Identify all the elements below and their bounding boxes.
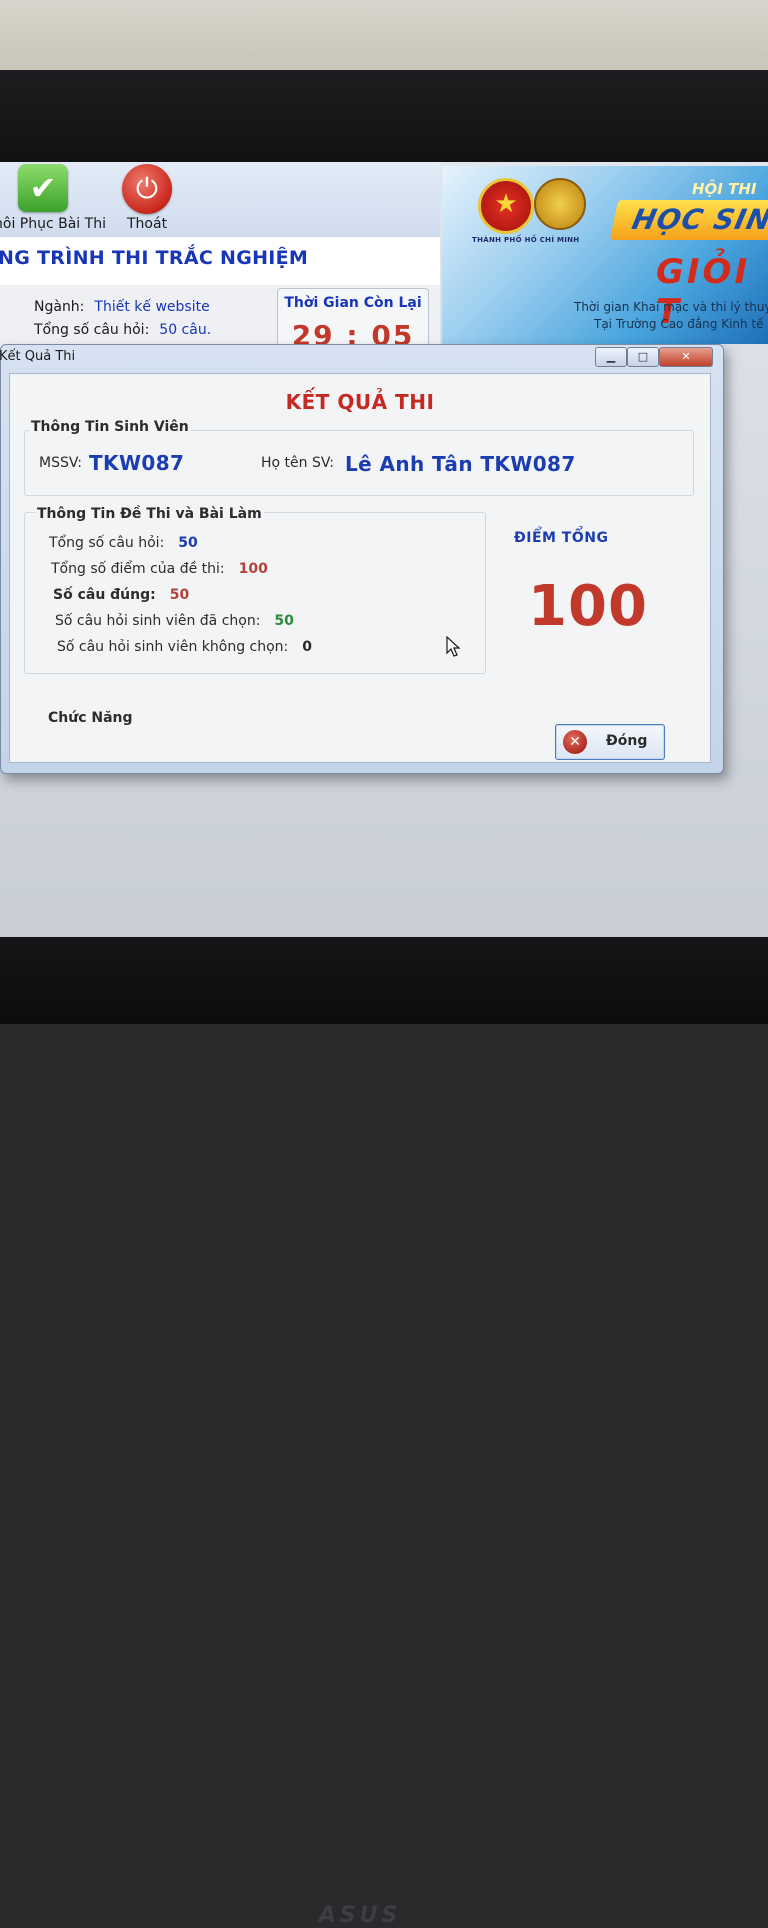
app-title-bar: NG TRÌNH THI TRẮC NGHIỆM xyxy=(0,237,440,285)
mssv-key: MSSV: xyxy=(39,455,83,471)
function-label: Chức Năng xyxy=(48,710,133,726)
app-toolbar: hôi Phục Bài Thi Thoát xyxy=(0,162,440,237)
total-score-label: ĐIỂM TỔNG xyxy=(514,530,609,546)
banner-line-1: Thời gian Khai mạc và thi lý thuy xyxy=(574,300,768,314)
banner-line-2: Tại Trường Cao đẳng Kinh tế - xyxy=(594,317,768,331)
result-dialog: Kết Quả Thi ▁ □ ✕ KẾT QUẢ THI Thông Tin … xyxy=(0,344,724,774)
youth-union-logo xyxy=(478,178,534,234)
total-points-key: Tổng số điểm của đề thi: xyxy=(51,561,225,577)
major-value: Thiết kế website xyxy=(94,299,210,315)
app-title: NG TRÌNH THI TRẮC NGHIỆM xyxy=(0,247,309,269)
window-close-button[interactable]: ✕ xyxy=(659,347,713,367)
answered-questions-row: Số câu hỏi sinh viên đã chọn: 50 xyxy=(55,613,294,629)
maximize-button[interactable]: □ xyxy=(627,347,659,367)
answered-questions-key: Số câu hỏi sinh viên đã chọn: xyxy=(55,613,261,629)
banner-city-caption: THÀNH PHỐ HỒ CHÍ MINH xyxy=(472,236,580,244)
student-info-group: Thông Tin Sinh Viên MSSV: TKW087 Họ tên … xyxy=(24,419,694,496)
exit-label: Thoát xyxy=(127,216,168,232)
banner-hoithi: HỘI THI xyxy=(692,180,757,198)
exam-group-title: Thông Tin Đề Thi và Bài Làm xyxy=(35,506,264,522)
dialog-body: KẾT QUẢ THI Thông Tin Sinh Viên MSSV: TK… xyxy=(9,373,711,763)
close-dialog-button[interactable]: Đóng xyxy=(555,724,665,760)
unanswered-questions-row: Số câu hỏi sinh viên không chọn: 0 xyxy=(57,639,312,655)
correct-answers-key: Số câu đúng: xyxy=(53,587,156,603)
total-questions-value: 50 xyxy=(178,535,198,551)
restore-exam-label: hôi Phục Bài Thi xyxy=(0,216,106,232)
close-icon xyxy=(563,730,587,754)
screen: hôi Phục Bài Thi Thoát NG TRÌNH THI TRẮC… xyxy=(0,162,768,937)
total-points-value: 100 xyxy=(238,561,268,577)
mssv-value: TKW087 xyxy=(89,451,185,475)
major-key: Ngành: xyxy=(34,299,85,315)
monitor-bezel-bottom: ASUS xyxy=(0,935,768,1928)
unanswered-questions-key: Số câu hỏi sinh viên không chọn: xyxy=(57,639,289,655)
timer-label: Thời Gian Còn Lại xyxy=(284,295,422,311)
major-row: Ngành: Thiết kế website xyxy=(34,299,210,315)
result-heading: KẾT QUẢ THI xyxy=(285,390,435,414)
school-emblem-logo xyxy=(534,178,586,230)
exam-info-group: Thông Tin Đề Thi và Bài Làm Tổng số câu … xyxy=(24,506,486,674)
dialog-caption: Kết Quả Thi xyxy=(0,349,76,364)
monitor-brand-logo: ASUS xyxy=(318,1903,402,1928)
correct-answers-row: Số câu đúng: 50 xyxy=(53,587,189,603)
questions-value: 50 câu. xyxy=(159,322,212,338)
total-score-group: ĐIỂM TỔNG 100 xyxy=(490,530,686,670)
total-points-row: Tổng số điểm của đề thi: 100 xyxy=(51,561,268,577)
questions-row: Tổng số câu hỏi: 50 câu. xyxy=(34,322,211,338)
student-name-value: Lê Anh Tân TKW087 xyxy=(345,452,576,476)
minimize-button[interactable]: ▁ xyxy=(595,347,627,367)
contest-banner: THÀNH PHỐ HỒ CHÍ MINH HỘI THI HỌC SINH G… xyxy=(442,166,768,344)
answered-questions-value: 50 xyxy=(274,613,294,629)
unanswered-questions-value: 0 xyxy=(302,639,313,655)
close-dialog-label: Đóng xyxy=(606,733,648,749)
total-questions-row: Tổng số câu hỏi: 50 xyxy=(49,535,198,551)
checkmark-icon xyxy=(18,164,68,212)
student-group-title: Thông Tin Sinh Viên xyxy=(29,419,191,435)
wall-background xyxy=(0,0,768,78)
banner-hocsinh: HỌC SINH xyxy=(609,200,768,240)
correct-answers-value: 50 xyxy=(169,587,190,603)
questions-key: Tổng số câu hỏi: xyxy=(34,322,150,338)
total-questions-key: Tổng số câu hỏi: xyxy=(49,535,165,551)
total-score-value: 100 xyxy=(528,574,648,639)
student-name-key: Họ tên SV: xyxy=(261,455,335,471)
banner-hocsinh-text: HỌC SINH xyxy=(629,203,768,236)
monitor-bezel-top xyxy=(0,70,768,165)
power-icon xyxy=(122,164,172,214)
